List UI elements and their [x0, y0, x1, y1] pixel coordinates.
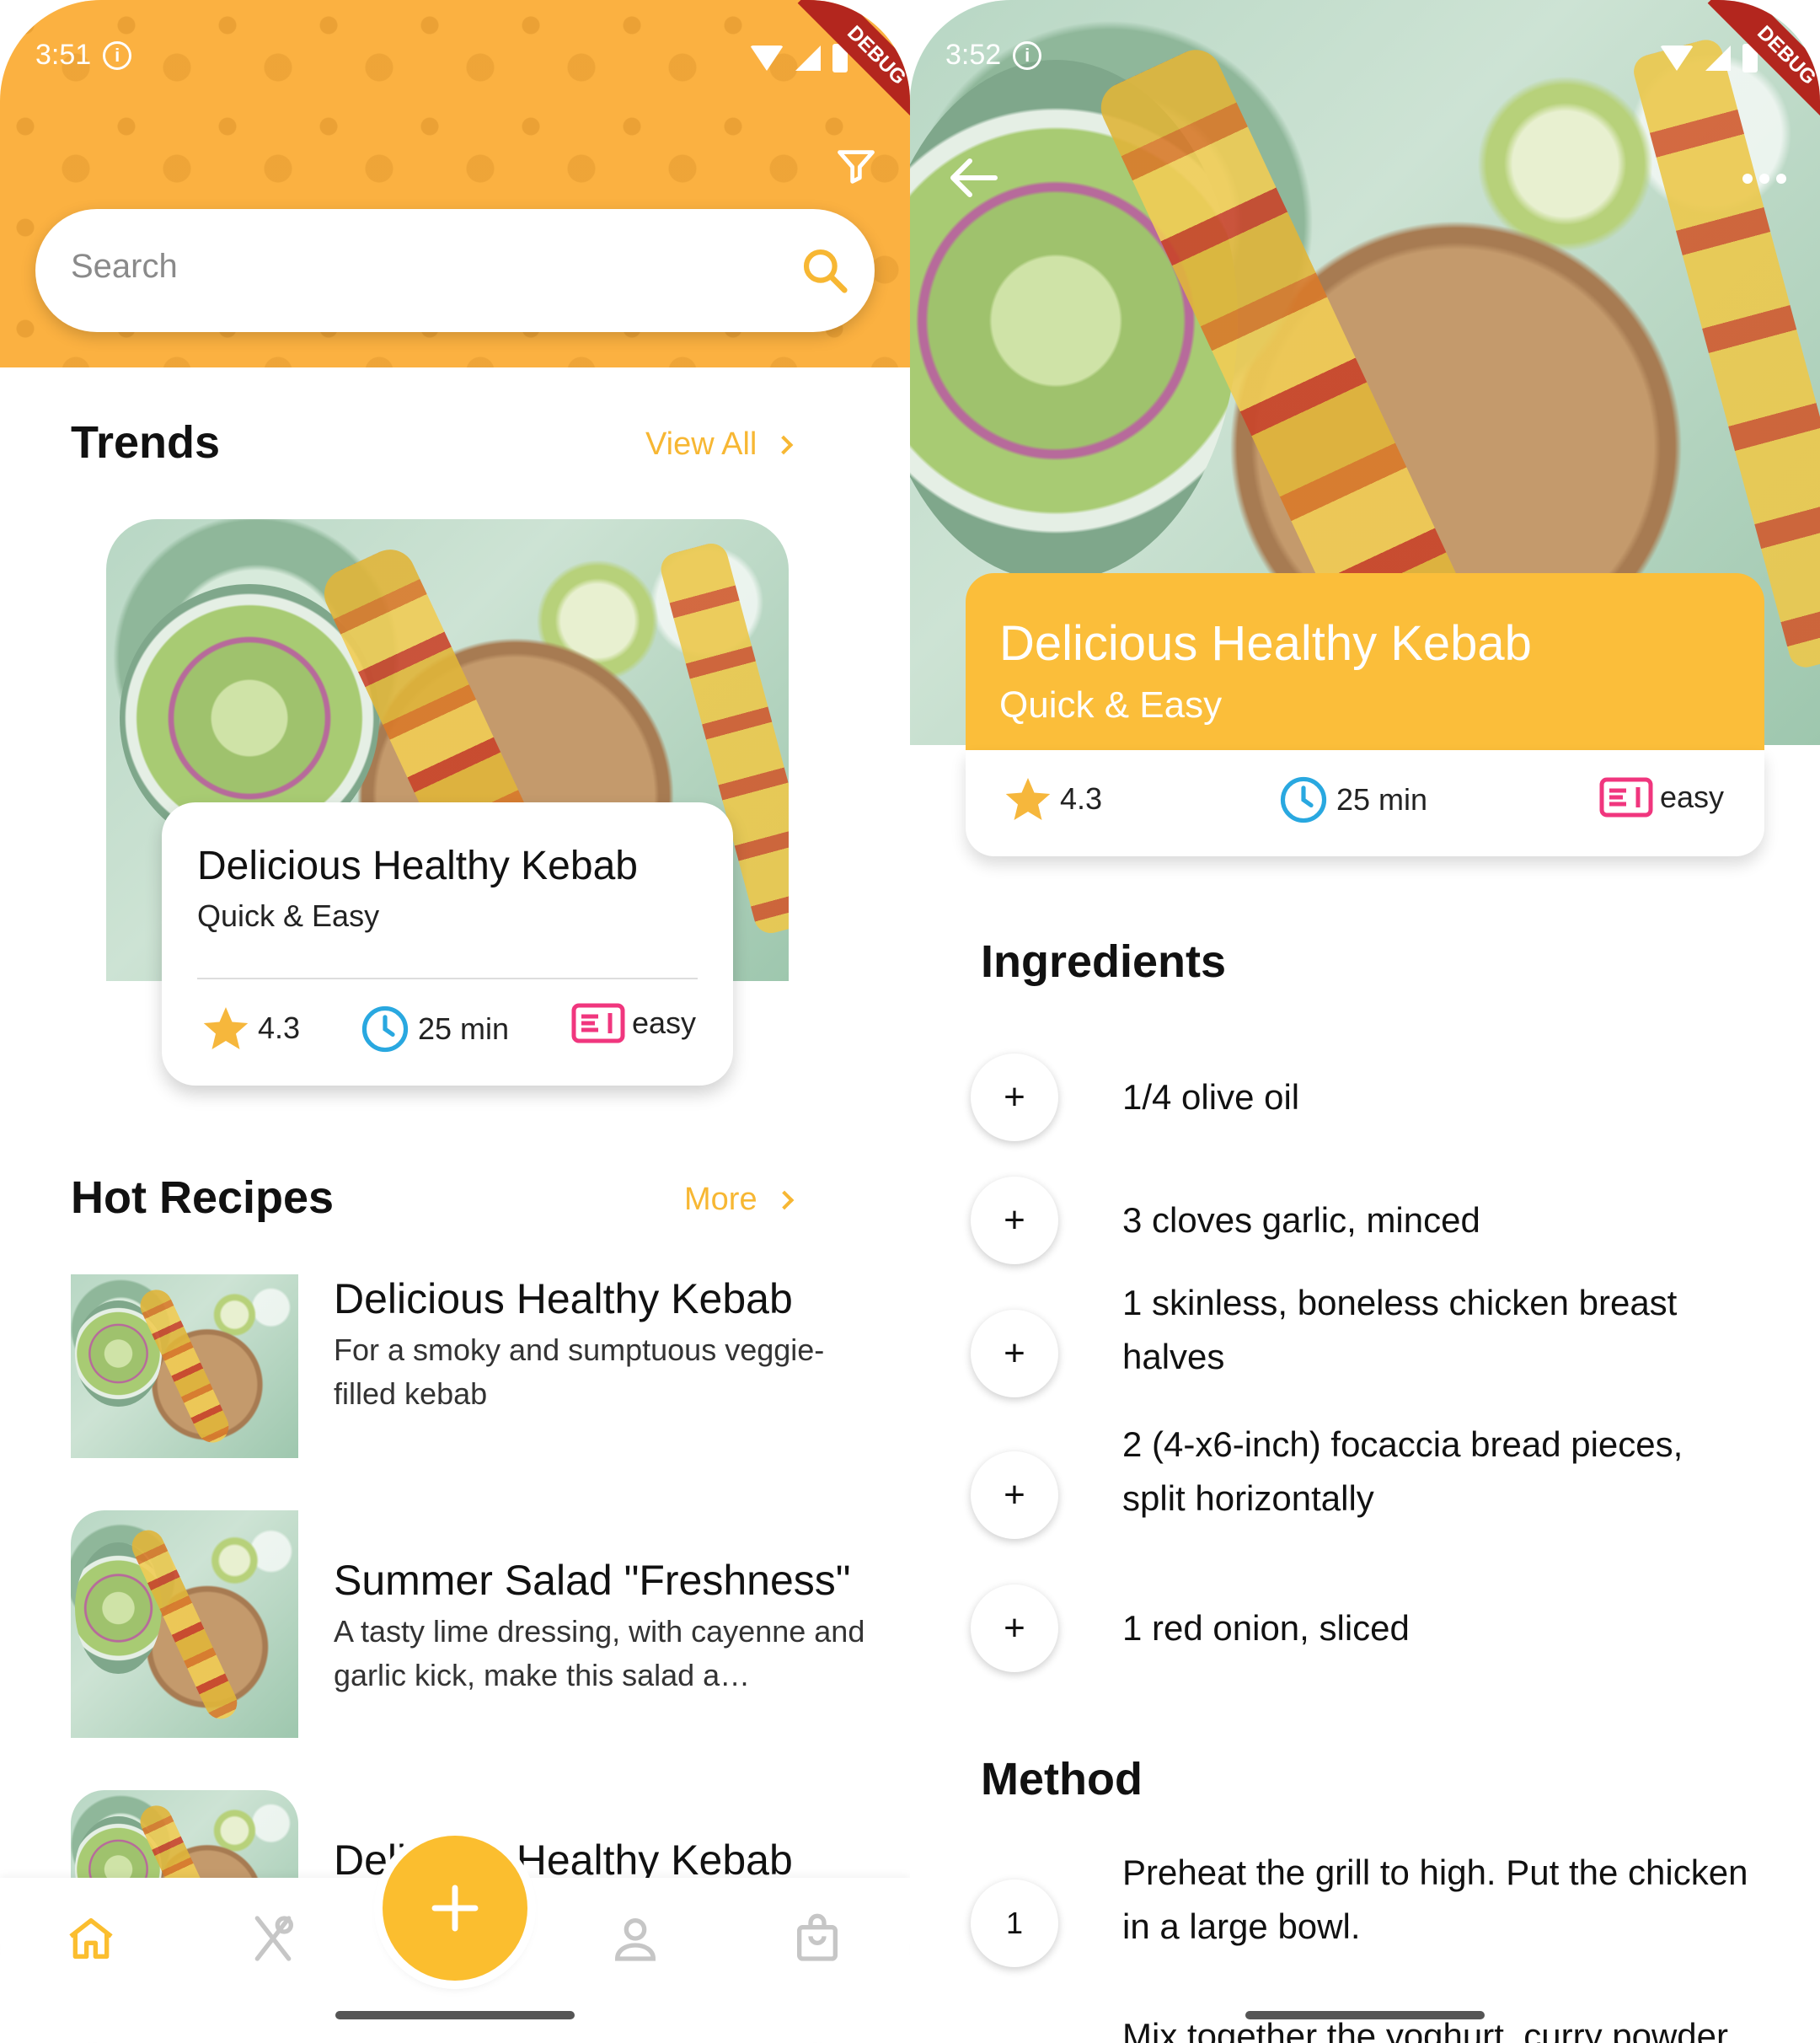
- add-icon: [431, 1885, 479, 1932]
- recipe-title-banner: Delicious Healthy Kebab Quick & Easy: [966, 573, 1764, 750]
- search-icon[interactable]: [799, 244, 851, 297]
- hot-recipe-item[interactable]: Delicious Healthy Kebab For a smoky and …: [71, 1274, 880, 1460]
- search-input[interactable]: Search: [35, 209, 875, 332]
- time-meta: 25 min: [1277, 774, 1427, 826]
- restaurant-icon[interactable]: [246, 1912, 300, 1965]
- difficulty-icon: [571, 1003, 625, 1043]
- info-icon: i: [103, 40, 132, 70]
- recipe-subtitle: Quick & Easy: [999, 684, 1223, 726]
- status-time: 3:52: [945, 39, 1002, 71]
- add-ingredient-button[interactable]: +: [971, 1451, 1058, 1539]
- wifi-icon: [1660, 46, 1694, 71]
- profile-icon[interactable]: [608, 1912, 662, 1965]
- add-ingredient-button[interactable]: +: [971, 1585, 1058, 1672]
- cellular-icon: [795, 46, 821, 71]
- status-bar-left: 3:51 i: [35, 39, 132, 72]
- trend-recipe-card[interactable]: Delicious Healthy Kebab Quick & Easy 4.3…: [162, 802, 733, 1086]
- hot-recipe-image: [71, 1510, 298, 1738]
- trend-recipe-title: Delicious Healthy Kebab: [197, 844, 638, 888]
- rating-meta: 4.3: [1003, 774, 1102, 824]
- clock-icon: [1280, 776, 1327, 823]
- hot-recipes-title: Hot Recipes: [71, 1172, 335, 1223]
- more-link[interactable]: More: [684, 1182, 794, 1218]
- ingredient-text: 3 cloves garlic, minced: [1122, 1200, 1480, 1240]
- trend-recipe-subtitle: Quick & Easy: [197, 898, 380, 933]
- star-icon: [203, 1007, 249, 1049]
- difficulty-value: easy: [1660, 780, 1725, 814]
- rating-value: 4.3: [258, 1011, 301, 1045]
- back-arrow-icon[interactable]: [947, 157, 1001, 199]
- chevron-right-icon: [774, 1190, 794, 1209]
- ingredient-text: 2 (4-x6-inch) focaccia bread pieces, spl…: [1122, 1424, 1684, 1518]
- time-meta: 25 min: [359, 1003, 509, 1055]
- time-value: 25 min: [418, 1011, 510, 1046]
- add-recipe-button[interactable]: [383, 1836, 527, 1981]
- shopping-bag-icon[interactable]: [790, 1912, 844, 1965]
- recipe-title: Delicious Healthy Kebab: [999, 616, 1532, 671]
- more-options-icon[interactable]: [1742, 174, 1786, 184]
- chevron-right-icon: [774, 435, 794, 454]
- difficulty-value: easy: [632, 1005, 697, 1040]
- ingredients-title: Ingredients: [981, 936, 1227, 987]
- recipe-meta-bar: 4.3 25 min easy: [966, 750, 1764, 856]
- hot-recipe-title: Summer Salad "Freshness": [334, 1557, 851, 1604]
- rating-value: 4.3: [1060, 781, 1103, 816]
- step-text: Preheat the grill to high. Put the chick…: [1122, 1853, 1748, 1946]
- method-title: Method: [981, 1754, 1143, 1804]
- view-all-link[interactable]: View All: [645, 426, 794, 463]
- trends-title: Trends: [71, 417, 221, 468]
- hot-recipe-description: A tasty lime dressing, with cayenne and …: [334, 1614, 865, 1692]
- step-number: 1: [971, 1879, 1058, 1967]
- status-bar-left: 3:52 i: [945, 39, 1042, 72]
- add-ingredient-button[interactable]: +: [971, 1054, 1058, 1141]
- view-all-label: View All: [645, 426, 757, 462]
- hot-recipe-title: Delicious Healthy Kebab: [334, 1275, 793, 1322]
- rating-meta: 4.3: [201, 1003, 300, 1054]
- recipe-detail-screen: 3:52 i DEBUG Delicious Healthy Kebab Qui…: [910, 0, 1820, 2043]
- status-icons: [1660, 44, 1758, 72]
- hot-recipe-item[interactable]: Summer Salad "Freshness" A tasty lime dr…: [71, 1510, 880, 1738]
- star-icon: [1005, 778, 1051, 820]
- info-icon: i: [1013, 40, 1042, 70]
- cellular-icon: [1705, 46, 1731, 71]
- search-placeholder: Search: [71, 248, 178, 285]
- home-indicator[interactable]: [335, 2011, 575, 2019]
- home-icon[interactable]: [64, 1912, 118, 1965]
- status-icons: [750, 44, 848, 72]
- ingredient-text: 1 skinless, boneless chicken breast halv…: [1122, 1283, 1678, 1376]
- time-value: 25 min: [1336, 782, 1428, 817]
- hot-recipe-image: [71, 1274, 298, 1458]
- home-screen: 3:51 i DEBUG Search Trends View All Deli…: [0, 0, 910, 2043]
- ingredient-text: 1/4 olive oil: [1122, 1077, 1300, 1117]
- ingredient-text: 1 red onion, sliced: [1122, 1608, 1410, 1648]
- difficulty-icon: [1599, 777, 1653, 818]
- filter-icon[interactable]: [834, 145, 878, 189]
- card-divider: [197, 978, 698, 979]
- more-label: More: [684, 1182, 757, 1217]
- difficulty-meta: easy: [1599, 777, 1724, 818]
- wifi-icon: [750, 46, 784, 71]
- add-ingredient-button[interactable]: +: [971, 1310, 1058, 1397]
- add-ingredient-button[interactable]: +: [971, 1177, 1058, 1264]
- home-indicator[interactable]: [1245, 2011, 1485, 2019]
- clock-icon: [361, 1005, 409, 1053]
- difficulty-meta: easy: [571, 1003, 696, 1043]
- status-time: 3:51: [35, 39, 92, 71]
- hot-recipe-description: For a smoky and sumptuous veggie-filled …: [334, 1333, 825, 1411]
